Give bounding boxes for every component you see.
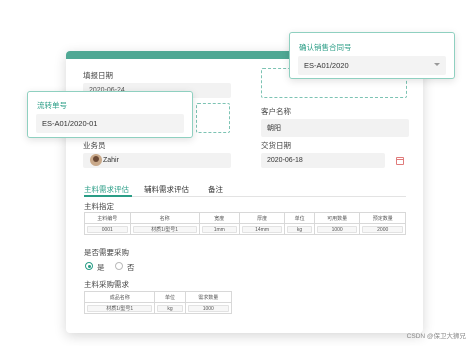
col-header: 需求数量 xyxy=(184,291,233,303)
flow-number-title: 流转单号 xyxy=(37,101,67,110)
active-tab-indicator xyxy=(84,195,132,197)
col-header: 单位 xyxy=(154,291,186,303)
contract-number-popover: 确认销售合同号 ES-A01/2020 xyxy=(289,32,455,79)
tab-notes[interactable]: 备注 xyxy=(208,184,223,195)
col-header: 宽度 xyxy=(198,212,240,224)
watermark: CSDN @保卫大狮兄 xyxy=(406,333,466,340)
tab-bar: 主料需求评估 辅料需求评估 备注 xyxy=(84,183,406,197)
radio-no-label: 否 xyxy=(127,263,135,272)
fill-date-label: 填报日期 xyxy=(83,71,113,80)
table-row: 材质1/型号1 kg 1000 xyxy=(83,302,233,314)
contract-number-title: 确认销售合同号 xyxy=(299,43,352,52)
radio-yes[interactable] xyxy=(85,262,93,270)
salesperson-field[interactable]: Zahir xyxy=(83,153,231,168)
chevron-down-icon[interactable] xyxy=(434,63,440,66)
contract-number-select[interactable]: ES-A01/2020 xyxy=(298,56,446,75)
calendar-icon[interactable] xyxy=(396,157,404,165)
table-cell[interactable]: 材质1/型号1 xyxy=(132,225,197,233)
table-header-row: 成品名称 单位 需求数量 xyxy=(83,291,233,303)
col-header: 成品名称 xyxy=(83,291,156,303)
flow-number-field[interactable]: ES-A01/2020-01 xyxy=(36,114,184,133)
avatar xyxy=(90,154,102,166)
salesperson-label: 业务员 xyxy=(83,141,106,150)
table-cell[interactable]: 1000 xyxy=(187,304,229,312)
table-cell[interactable]: 0001 xyxy=(87,225,128,233)
drop-zone-left xyxy=(196,103,230,133)
purchase-requirement-label: 主料采购需求 xyxy=(84,280,129,289)
tab-main-material[interactable]: 主料需求评估 xyxy=(84,184,129,195)
tab-aux-material[interactable]: 辅料需求评估 xyxy=(144,184,189,195)
col-header: 可用数量 xyxy=(313,212,361,224)
delivery-date-label: 交货日期 xyxy=(261,141,291,150)
customer-field[interactable]: 朝阳 xyxy=(261,119,409,137)
delivery-date-field[interactable]: 2020-06-18 xyxy=(261,153,385,168)
radio-yes-label: 是 xyxy=(97,263,105,272)
table-header-row: 主料编号 名称 宽度 厚度 单位 可用数量 预定数量 xyxy=(84,212,406,224)
salesperson-value: Zahir xyxy=(103,157,119,164)
table-cell[interactable]: kg xyxy=(287,225,312,233)
main-material-label: 主料指定 xyxy=(84,202,114,211)
radio-no[interactable] xyxy=(115,262,123,270)
table-row: 0001 材质1/型号1 1mm 14mm kg 1000 2000 xyxy=(84,223,406,235)
customer-label: 客户名称 xyxy=(261,107,291,116)
col-header: 预定数量 xyxy=(359,212,406,224)
purchase-question: 是否需要采购 xyxy=(84,248,129,257)
table-cell[interactable]: 2000 xyxy=(362,225,403,233)
flow-number-popover: 流转单号 ES-A01/2020-01 xyxy=(27,91,193,138)
purchase-requirement-table: 成品名称 单位 需求数量 材质1/型号1 kg 1000 xyxy=(83,291,233,314)
col-header: 单位 xyxy=(284,212,315,224)
table-cell[interactable]: 14mm xyxy=(241,225,283,233)
table-cell[interactable]: 1000 xyxy=(316,225,358,233)
col-header: 名称 xyxy=(129,212,200,224)
col-header: 厚度 xyxy=(238,212,286,224)
table-cell[interactable]: 1mm xyxy=(201,225,237,233)
table-cell[interactable]: 材质1/型号1 xyxy=(87,304,153,312)
table-cell[interactable]: kg xyxy=(157,304,183,312)
main-material-table: 主料编号 名称 宽度 厚度 单位 可用数量 预定数量 0001 材质1/型号1 … xyxy=(84,212,406,235)
col-header: 主料编号 xyxy=(84,212,131,224)
